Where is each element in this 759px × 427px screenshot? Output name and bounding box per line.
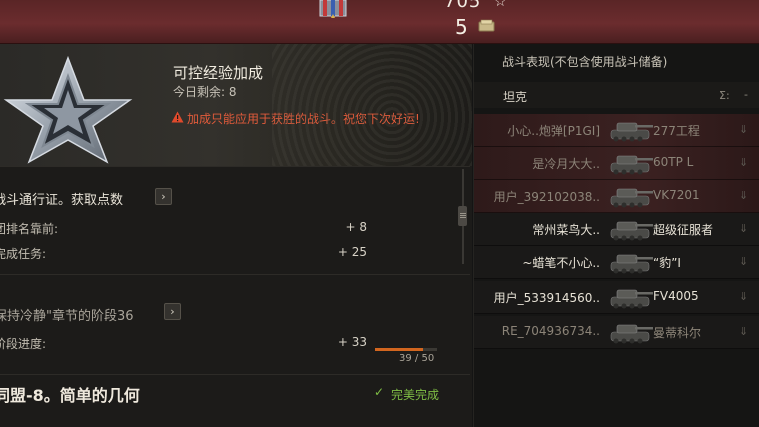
row-label: 团排名靠前: [0, 222, 59, 236]
mission-status: 完美完成 [391, 388, 440, 402]
battle-pass-details-button[interactable]: › [155, 188, 172, 205]
player-name: RE_704936734.. [501, 324, 600, 338]
table-header: 坦克 Σ: - [474, 82, 759, 108]
rewards-panel: 可控经验加成 今日剩余: 8 加成只能应用于获胜的战斗。祝您下次好运! 战斗通行… [0, 44, 472, 427]
battle-performance-panel: 战斗表现(不包含使用战斗储备) 坦克 Σ: - 小心..炮弹[P1GI] 277工… [473, 44, 759, 427]
tank-icon [610, 221, 653, 241]
xp-bonus-star-icon [3, 55, 133, 164]
bond-token-icon [478, 19, 495, 32]
divider [0, 274, 470, 275]
stage-progress-bar [375, 348, 437, 351]
expand-row-icon[interactable]: ⇓ [739, 222, 748, 235]
tank-name: “豹”I [653, 256, 681, 270]
scrollbar[interactable] [457, 169, 469, 264]
tank-name: VK7201 [653, 188, 700, 202]
player-name: 小心..炮弹[P1GI] [507, 124, 600, 138]
table-row[interactable]: 是冷月大大.. 60TP L ⇓ [474, 147, 759, 180]
player-name: 常州菜鸟大.. [532, 223, 600, 237]
stage-progress-text: 39 / 50 [399, 353, 435, 364]
tank-name: 超级征服者 [653, 223, 714, 237]
column-sigma: Σ: [719, 89, 730, 102]
results-banner: 705 ☆ 5 [0, 0, 759, 44]
expand-row-icon[interactable]: ⇓ [739, 156, 748, 169]
divider [0, 166, 470, 167]
row-label: 完成任务: [0, 247, 47, 261]
player-name: 用户_392102038.. [493, 190, 600, 204]
table-row[interactable]: ~蜡笔不小心.. “豹”I ⇓ [474, 246, 759, 279]
xp-value: 705 [444, 0, 482, 12]
table-row[interactable]: 用户_533914560.. FV4005 ⇓ [474, 281, 759, 314]
stage-progress-fill [375, 348, 424, 351]
warning-icon [171, 111, 184, 123]
chapter-stage-title: "保持冷静"章节的阶段36 [0, 309, 134, 324]
performance-header: 战斗表现(不包含使用战斗储备) [502, 55, 668, 69]
scroll-grip-icon [460, 213, 466, 219]
bonus-remaining: 今日剩余: 8 [173, 85, 237, 99]
column-dash: - [744, 88, 748, 101]
tank-icon [610, 254, 653, 274]
chapter-details-button[interactable]: › [164, 303, 181, 320]
expand-row-icon[interactable]: ⇓ [739, 189, 748, 202]
expand-row-icon[interactable]: ⇓ [739, 123, 748, 136]
battle-pass-title: 战斗通行证。获取点数 [0, 193, 124, 208]
table-row[interactable]: RE_704936734.. 曼蒂科尔 ⇓ [474, 316, 759, 349]
expand-row-icon[interactable]: ⇓ [739, 325, 748, 338]
table-row[interactable]: 小心..炮弹[P1GI] 277工程 ⇓ [474, 114, 759, 147]
table-row[interactable]: 常州菜鸟大.. 超级征服者 ⇓ [474, 213, 759, 246]
tank-icon [610, 324, 653, 344]
row-value: + 25 [337, 245, 367, 259]
tank-name: FV4005 [653, 289, 699, 303]
check-icon: ✓ [374, 385, 385, 399]
expand-row-icon[interactable]: ⇓ [739, 290, 748, 303]
tank-icon [610, 289, 653, 309]
player-name: ~蜡笔不小心.. [522, 256, 600, 270]
bonus-header: 可控经验加成 今日剩余: 8 加成只能应用于获胜的战斗。祝您下次好运! [0, 44, 472, 166]
tank-name: 60TP L [653, 155, 694, 169]
player-name: 是冷月大大.. [532, 157, 600, 171]
table-row[interactable]: 用户_392102038.. VK7201 ⇓ [474, 180, 759, 213]
tank-icon [610, 188, 653, 208]
progress-label: 阶段进度: [0, 337, 47, 351]
tank-icon [610, 122, 653, 142]
tank-icon [610, 155, 653, 175]
medal-icon [319, 0, 347, 18]
tank-name: 277工程 [653, 124, 700, 138]
bonus-title: 可控经验加成 [173, 64, 264, 82]
progress-value: + 33 [337, 335, 367, 349]
player-name: 用户_533914560.. [493, 291, 600, 305]
tokens-value: 5 [455, 15, 468, 39]
alliance-mission-title: 同盟-8。简单的几何 [0, 386, 140, 405]
divider [0, 374, 470, 375]
column-tank: 坦克 [503, 90, 528, 104]
row-value: + 8 [345, 220, 367, 234]
bonus-warning: 加成只能应用于获胜的战斗。祝您下次好运! [187, 112, 420, 126]
expand-row-icon[interactable]: ⇓ [739, 255, 748, 268]
star-icon: ☆ [494, 0, 507, 10]
tank-name: 曼蒂科尔 [653, 326, 702, 340]
